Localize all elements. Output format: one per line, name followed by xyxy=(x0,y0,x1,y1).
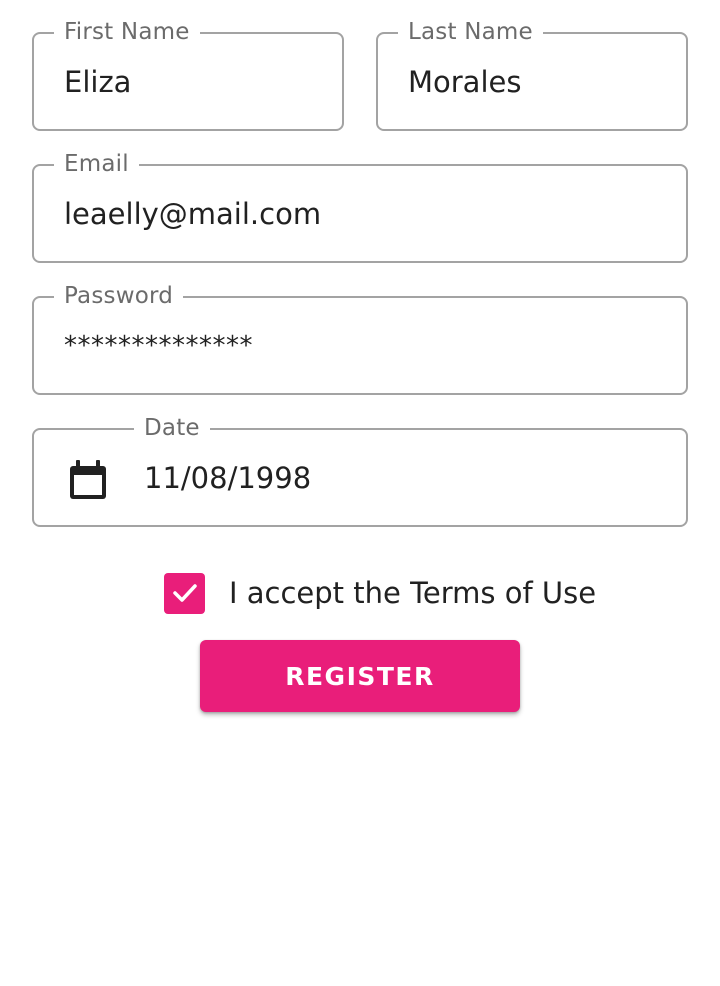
first-name-field[interactable]: First Name xyxy=(32,17,344,131)
checkmark-icon xyxy=(172,584,197,602)
date-input[interactable] xyxy=(144,430,666,525)
terms-label[interactable]: I accept the Terms of Use xyxy=(229,576,596,610)
last-name-field[interactable]: Last Name xyxy=(376,17,688,131)
terms-row: I accept the Terms of Use xyxy=(164,572,596,614)
first-name-input[interactable] xyxy=(64,34,322,129)
calendar-icon[interactable] xyxy=(66,457,110,501)
password-field[interactable]: Password xyxy=(32,281,688,395)
email-input[interactable] xyxy=(64,166,666,261)
last-name-input[interactable] xyxy=(408,34,666,129)
registration-form: First Name Last Name Email Password Date… xyxy=(0,0,720,986)
password-input[interactable] xyxy=(64,298,666,393)
date-field[interactable]: Date xyxy=(32,413,688,527)
terms-checkbox[interactable] xyxy=(164,572,205,614)
register-button[interactable]: REGISTER xyxy=(200,640,520,712)
email-field[interactable]: Email xyxy=(32,149,688,263)
